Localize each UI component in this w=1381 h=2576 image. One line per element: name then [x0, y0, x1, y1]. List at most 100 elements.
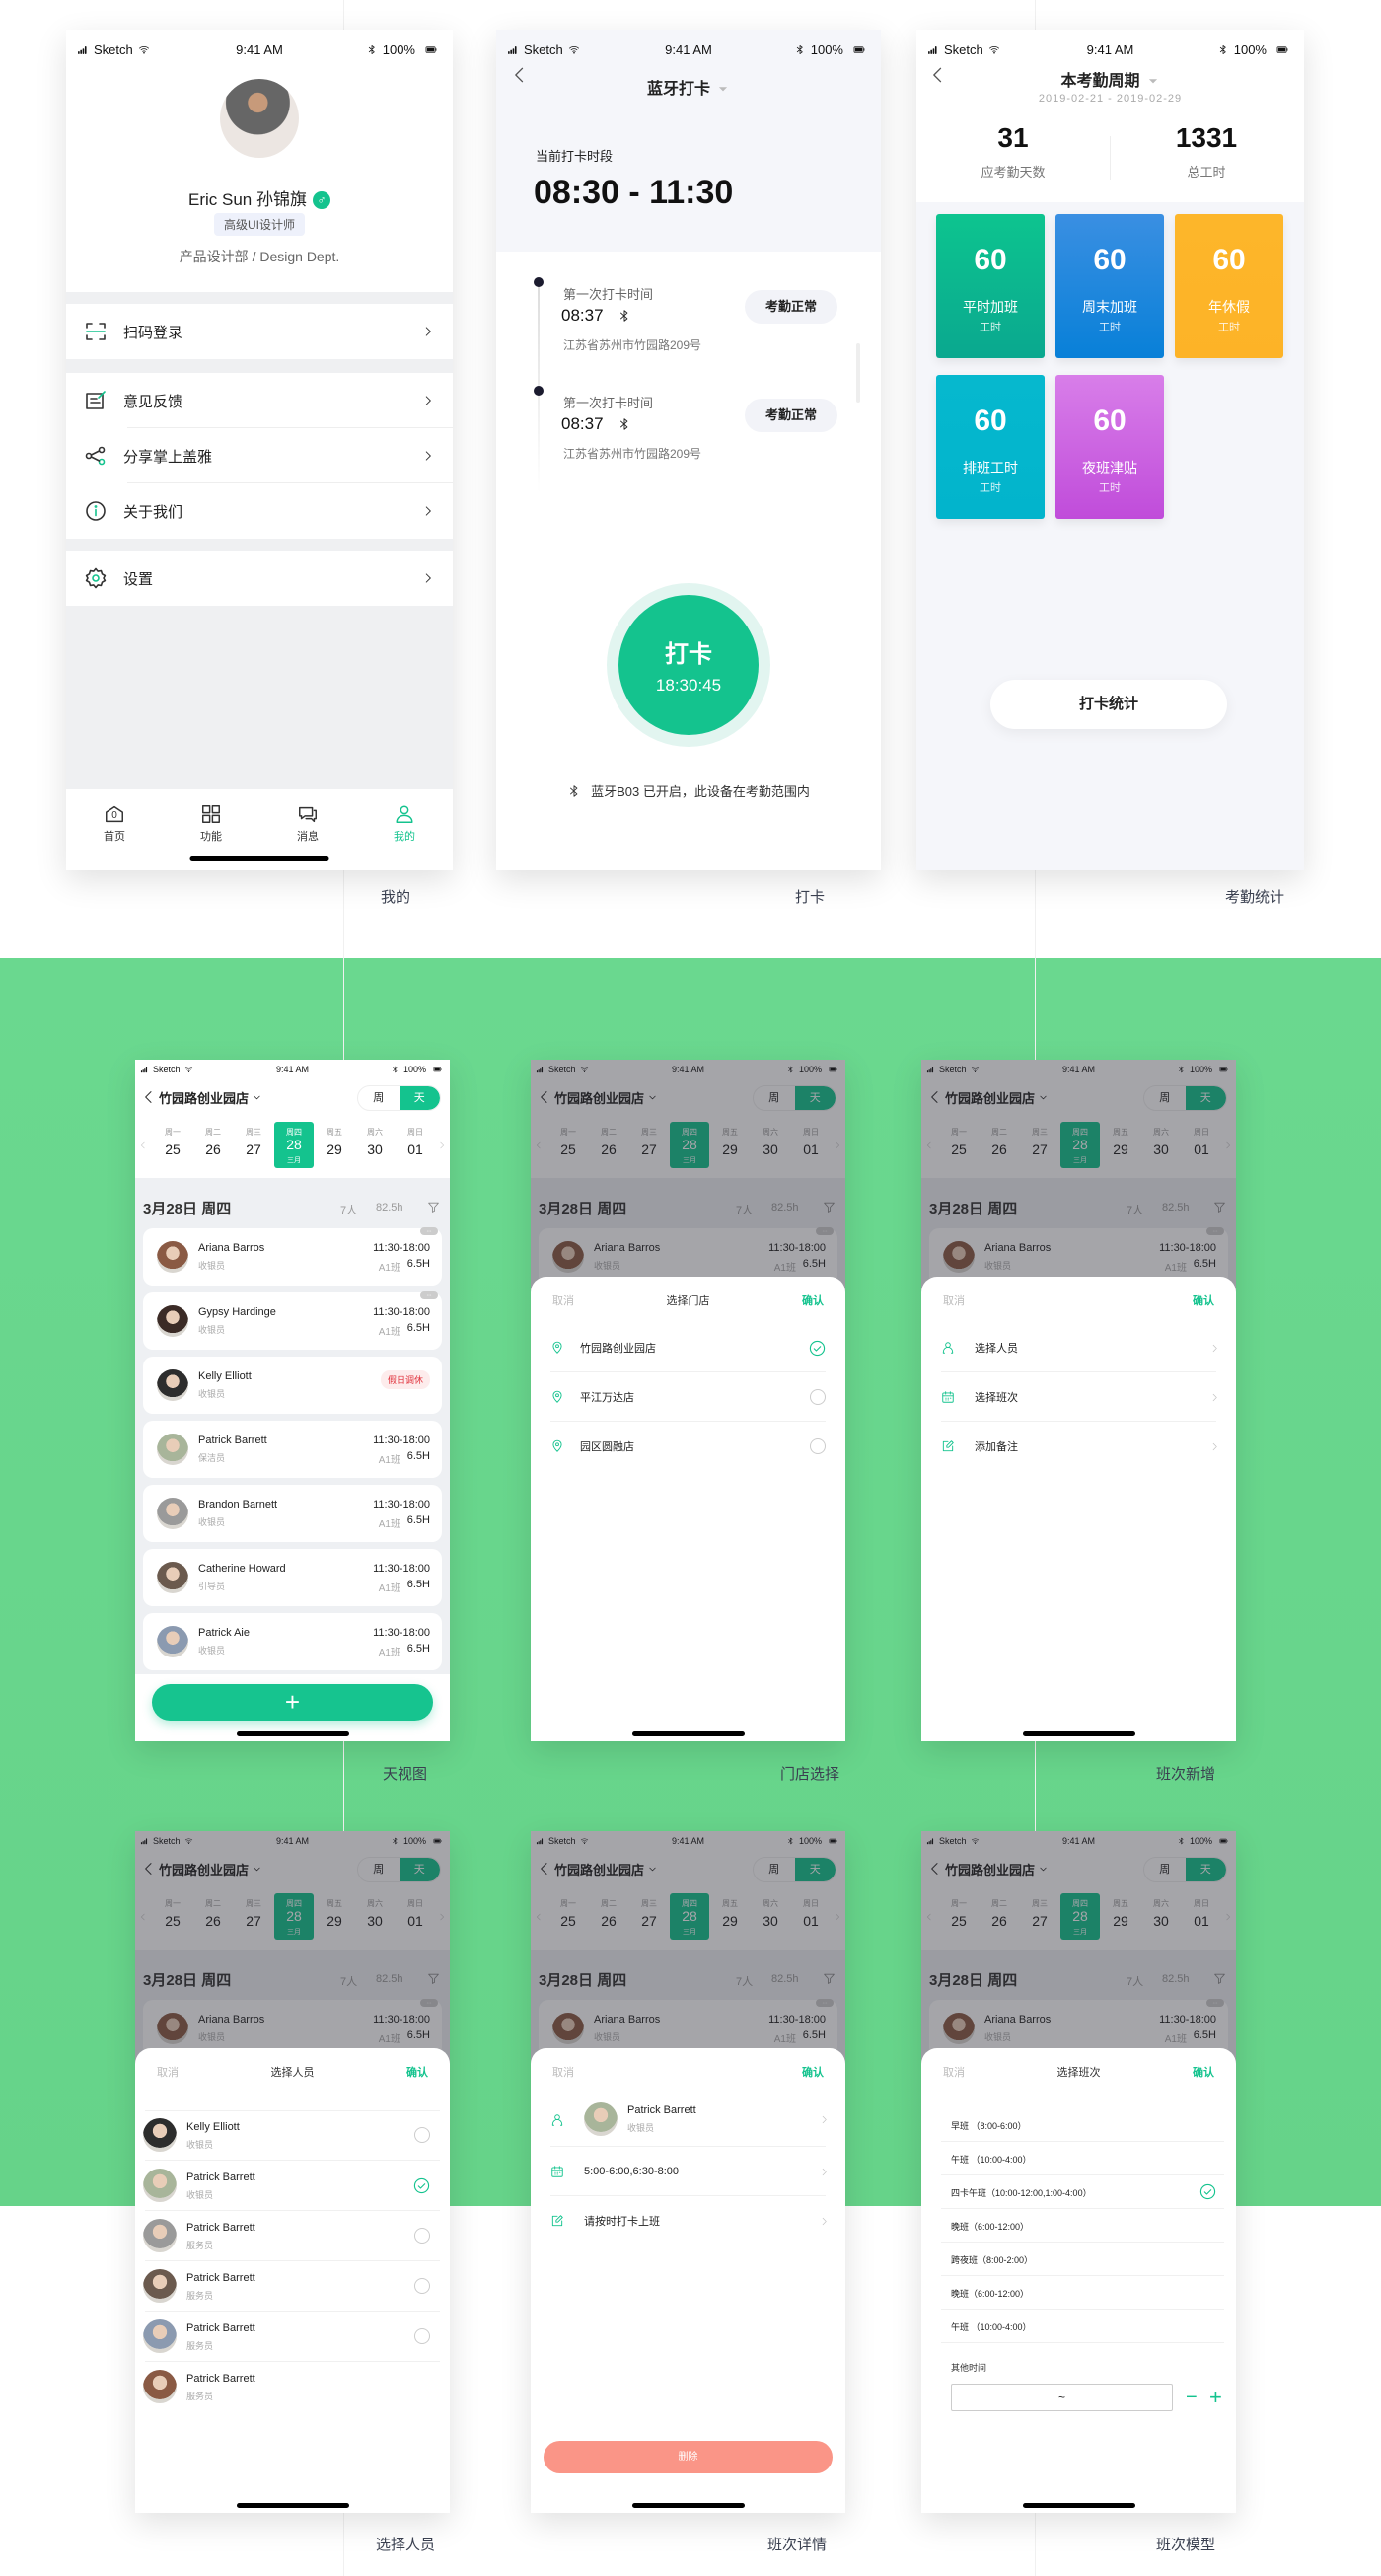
person-option[interactable]: Patrick Barrett 服务员	[135, 2261, 450, 2312]
week-day[interactable]: 周四 28 三月	[274, 1122, 314, 1168]
week-day[interactable]: 周六 30	[355, 1122, 395, 1168]
tab-home[interactable]: 0 首页	[66, 789, 163, 870]
staff-card[interactable]: Patrick Aie 收银员 11:30-18:00 A1班 6.5H	[143, 1613, 442, 1670]
check-circle-icon[interactable]	[809, 1340, 826, 1357]
staff-card[interactable]: Patrick Barrett 保洁员 11:30-18:00 A1班 6.5H	[143, 1421, 442, 1478]
time-range-input[interactable]: ~	[951, 2384, 1173, 2411]
chevron-left-icon[interactable]	[138, 1141, 148, 1150]
chevron-right-icon[interactable]	[437, 1141, 447, 1150]
tab-user[interactable]: 我的	[356, 789, 453, 870]
more-icon[interactable]	[420, 1227, 438, 1235]
avatar	[143, 2118, 177, 2152]
back-icon[interactable]	[141, 1089, 157, 1105]
shift-option[interactable]: 晚班（6:00-12:00）	[921, 2276, 1236, 2310]
period-dropdown[interactable]: 本考勤周期	[916, 67, 1304, 91]
confirm-button[interactable]: 确认	[802, 1292, 824, 1308]
week-day[interactable]: 周五 29	[315, 1122, 354, 1168]
person-option[interactable]: Patrick Barrett 服务员	[135, 2211, 450, 2261]
menu-item-info[interactable]: 关于我们	[66, 483, 453, 539]
staff-card[interactable]: Kelly Elliott 收银员 假日调休	[143, 1357, 442, 1414]
week-day[interactable]: 周二 26	[193, 1122, 233, 1168]
radio-button[interactable]	[414, 2328, 430, 2344]
week-day[interactable]: 周日 01	[396, 1122, 435, 1168]
add-shift-item-edit[interactable]: 添加备注	[921, 1422, 1236, 1471]
add-shift-item-person[interactable]: 选择人员	[921, 1323, 1236, 1372]
person-option[interactable]: Patrick Barrett 收银员	[135, 2161, 450, 2211]
check-circle-icon[interactable]	[413, 2177, 430, 2194]
stat-tile[interactable]: 60 周末加班 工时	[1055, 214, 1164, 358]
staff-card[interactable]: Gypsy Hardinge 收银员 11:30-18:00 A1班 6.5H	[143, 1291, 442, 1350]
cancel-button[interactable]: 取消	[943, 1292, 965, 1308]
shift-option[interactable]: 跨夜班（8:00-2:00）	[921, 2243, 1236, 2276]
filter-icon[interactable]	[427, 1201, 440, 1214]
record-label: 第一次打卡时间	[563, 287, 654, 302]
radio-button[interactable]	[414, 2127, 430, 2143]
remove-time-button[interactable]: −	[1186, 2387, 1198, 2409]
store-dropdown[interactable]: 竹园路创业园店	[159, 1088, 262, 1107]
menu-item-gear[interactable]: 设置	[66, 551, 453, 606]
confirm-button[interactable]: 确认	[1193, 2064, 1214, 2080]
carrier-label: Sketch	[153, 1065, 181, 1074]
add-shift-screen: Sketch 9:41 AM 100% 竹园路创业园店周天周一 25 周二 26 周三 27 周四…	[921, 1060, 1236, 1741]
shift-option[interactable]: 午班 （10:00-4:00）	[921, 2310, 1236, 2343]
add-time-button[interactable]: +	[1209, 2385, 1222, 2410]
title-dropdown[interactable]: 蓝牙打卡	[496, 75, 881, 99]
stat-tile[interactable]: 60 排班工时 工时	[936, 375, 1045, 519]
person-role: 收银员	[186, 2190, 214, 2200]
radio-button[interactable]	[414, 2278, 430, 2294]
punch-button[interactable]: 打卡 18:30:45	[618, 595, 759, 735]
profile-avatar[interactable]	[220, 79, 299, 158]
store-option[interactable]: 园区圆融店	[531, 1422, 845, 1471]
punch-button-ring: 打卡 18:30:45	[607, 583, 770, 747]
cancel-button[interactable]: 取消	[552, 2064, 574, 2080]
confirm-button[interactable]: 确认	[1193, 1292, 1214, 1308]
person-name: Patrick Barrett	[186, 2322, 255, 2334]
radio-button[interactable]	[810, 1389, 826, 1405]
add-shift-button[interactable]: +	[152, 1684, 433, 1721]
shift-label: 午班 （10:00-4:00）	[951, 2154, 1032, 2165]
attendance-stats-button[interactable]: 打卡统计	[990, 680, 1227, 729]
more-icon[interactable]	[420, 1291, 438, 1299]
avatar	[584, 2102, 618, 2136]
radio-button[interactable]	[810, 1438, 826, 1454]
delete-button[interactable]: 删除	[544, 2441, 833, 2473]
shift-option[interactable]: 午班 （10:00-4:00）	[921, 2142, 1236, 2175]
person-option[interactable]: Patrick Barrett 服务员	[135, 2312, 450, 2362]
scroll-indicator[interactable]	[856, 343, 860, 403]
total-hours: 82.5h	[376, 1202, 403, 1214]
note-row[interactable]: 请按时打卡上班	[531, 2196, 845, 2245]
staff-card[interactable]: Ariana Barros 收银员 11:30-18:00 A1班 6.5H	[143, 1227, 442, 1286]
week-day[interactable]: 周三 27	[234, 1122, 273, 1168]
staff-card[interactable]: Brandon Barnett 收银员 11:30-18:00 A1班 6.5H	[143, 1485, 442, 1542]
check-circle-icon[interactable]	[1199, 2183, 1216, 2200]
confirm-button[interactable]: 确认	[802, 2064, 824, 2080]
staff-card[interactable]: Catherine Howard 引导员 11:30-18:00 A1班 6.5H	[143, 1549, 442, 1606]
toggle-week[interactable]: 周	[358, 1086, 400, 1110]
menu-item-scan[interactable]: 扫码登录	[66, 304, 453, 359]
shift-option[interactable]: 晚班（6:00-12:00）	[921, 2209, 1236, 2243]
person-row[interactable]: Patrick Barrett 收银员	[531, 2093, 845, 2147]
day-number: 29	[327, 1141, 342, 1157]
bottom-sheet: 取消 选择人员 确认 Kelly Elliott 收银员 Patrick Barrett 收…	[135, 2048, 450, 2513]
shift-option[interactable]: 早班 （8:00-6:00）	[921, 2108, 1236, 2142]
avatar	[143, 2169, 177, 2202]
shift-option[interactable]: 四卡午班（10:00-12:00,1:00-4:00）	[921, 2175, 1236, 2209]
menu-item-feedback[interactable]: 意见反馈	[66, 373, 453, 428]
toggle-day[interactable]: 天	[399, 1086, 440, 1110]
person-option[interactable]: Patrick Barrett 服务员	[135, 2362, 450, 2412]
store-option[interactable]: 平江万达店	[531, 1372, 845, 1422]
stat-tile[interactable]: 60 平时加班 工时	[936, 214, 1045, 358]
add-shift-item-calendar[interactable]: 选择班次	[921, 1372, 1236, 1422]
stat-tile[interactable]: 60 年休假 工时	[1175, 214, 1283, 358]
day-number: 26	[205, 1141, 221, 1157]
staff-role: 收银员	[198, 1325, 226, 1335]
shift-time-row[interactable]: 5:00-6:00,6:30-8:00	[531, 2147, 845, 2196]
person-option[interactable]: Kelly Elliott 收银员	[135, 2110, 450, 2161]
store-option[interactable]: 竹园路创业园店	[531, 1323, 845, 1372]
confirm-button[interactable]: 确认	[406, 2064, 428, 2080]
shift-hours: 6.5H	[406, 1322, 430, 1334]
week-day[interactable]: 周一 25	[153, 1122, 192, 1168]
stat-tile[interactable]: 60 夜班津贴 工时	[1055, 375, 1164, 519]
menu-item-share[interactable]: 分享掌上盖雅	[66, 428, 453, 483]
radio-button[interactable]	[414, 2228, 430, 2244]
